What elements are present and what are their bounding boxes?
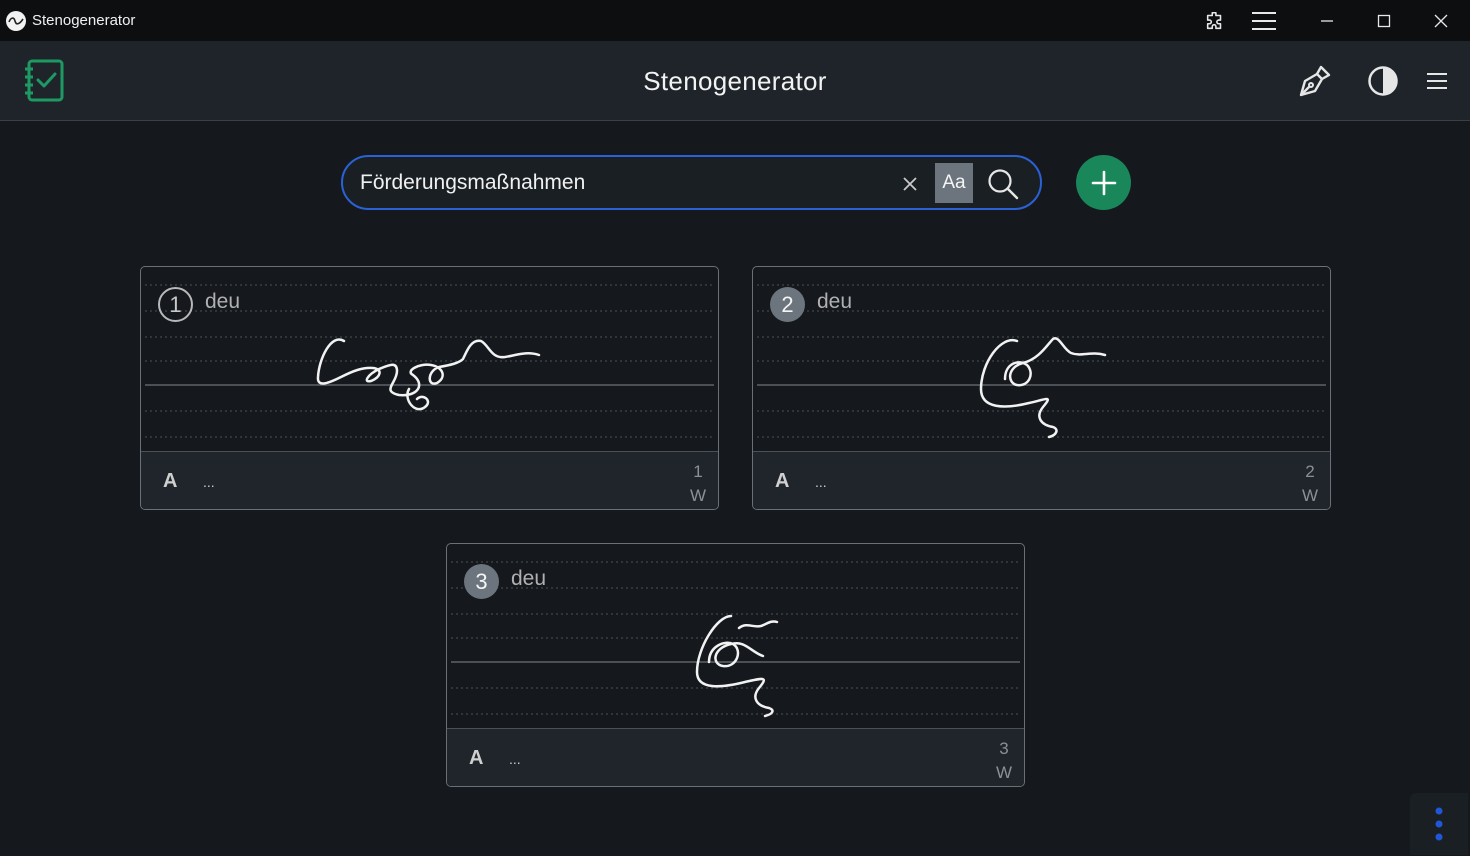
app-header: Stenogenerator [0,41,1470,121]
extension-icon[interactable] [1192,0,1238,41]
word-count: 3 W [995,739,1012,782]
contrast-icon[interactable] [1363,61,1403,101]
pen-nib-icon[interactable] [1294,61,1334,101]
word-count: 2 W [1301,462,1318,505]
steno-card[interactable]: 3 deu A ... 3 W [446,543,1025,787]
case-sensitive-button[interactable]: Aa [935,163,973,203]
font-button[interactable]: A [775,470,789,493]
steno-writing [979,337,1107,439]
card-number-badge: 3 [464,564,499,599]
card-language: deu [205,290,241,313]
font-button[interactable]: A [469,747,483,770]
card-footer: A ... 1 W [141,451,718,509]
plus-icon [1091,170,1116,195]
steno-card[interactable]: 1 deu A ... 1 W [140,266,719,510]
search-input[interactable] [360,167,880,199]
card-language: deu [511,567,547,590]
maximize-button[interactable] [1361,0,1407,41]
card-footer: A ... 3 W [447,728,1024,786]
more-button[interactable]: ... [509,751,521,767]
more-button[interactable]: ... [203,474,215,490]
word-count: 1 W [689,462,706,505]
hamburger-icon[interactable] [1417,61,1457,101]
title-bar: Stenogenerator [0,0,1470,41]
minimize-button[interactable] [1304,0,1350,41]
font-button[interactable]: A [163,470,177,493]
card-number-badge: 1 [158,287,193,322]
window-title: Stenogenerator [32,12,136,29]
steno-writing [695,614,779,718]
card-language: deu [817,290,853,313]
app-logo-icon [6,11,26,31]
steno-card[interactable]: 2 deu A ... 2 W [752,266,1331,510]
add-button[interactable] [1076,155,1131,210]
page-title: Stenogenerator [643,66,827,96]
more-options-button[interactable] [1410,793,1468,855]
menu-lines-icon[interactable] [1241,0,1287,41]
search-bar: Aa [341,155,1042,210]
vertical-dots-icon [1435,807,1443,841]
card-footer: A ... 2 W [753,451,1330,509]
more-button[interactable]: ... [815,474,827,490]
close-button[interactable] [1418,0,1464,41]
card-number-badge: 2 [770,287,805,322]
steno-writing [316,338,541,411]
clear-icon[interactable] [899,173,921,195]
search-icon[interactable] [985,166,1021,202]
